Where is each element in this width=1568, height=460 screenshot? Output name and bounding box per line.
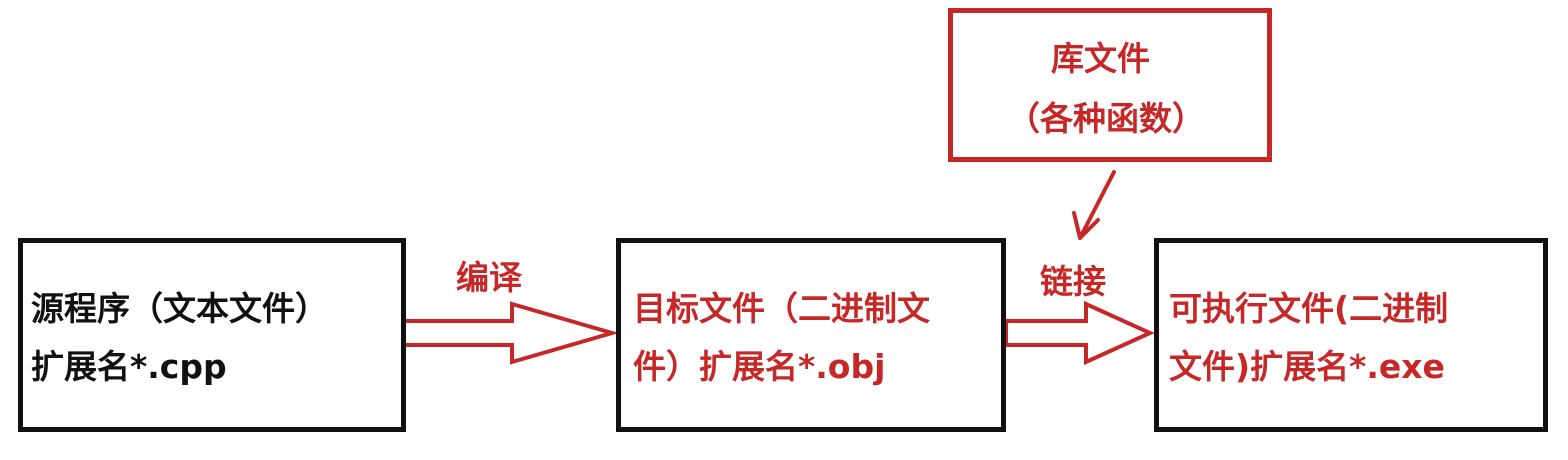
link-label: 链接: [1040, 262, 1106, 301]
compile-arrow: [402, 301, 620, 365]
library-file-box: 库文件 （各种函数）: [948, 8, 1272, 162]
executable-file-title: 可执行文件(二进制: [1169, 289, 1449, 328]
source-file-extension: 扩展名*.cpp: [31, 347, 227, 386]
source-file-title: 源程序（文本文件）: [31, 289, 328, 328]
executable-file-box: 可执行文件(二进制 文件)扩展名*.exe: [1154, 238, 1548, 432]
source-file-box: 源程序（文本文件） 扩展名*.cpp: [18, 238, 406, 432]
compile-label: 编译: [456, 258, 522, 297]
object-file-box: 目标文件（二进制文 件）扩展名*.obj: [616, 238, 1006, 432]
object-file-title: 目标文件（二进制文: [633, 289, 930, 328]
object-file-extension: 件）扩展名*.obj: [633, 347, 886, 386]
library-arrow: [1078, 170, 1116, 240]
library-file-title: 库文件: [1051, 39, 1150, 78]
executable-file-extension: 文件)扩展名*.exe: [1169, 347, 1445, 386]
library-file-description: （各种函数）: [1007, 99, 1205, 138]
link-arrow: [1004, 300, 1155, 366]
